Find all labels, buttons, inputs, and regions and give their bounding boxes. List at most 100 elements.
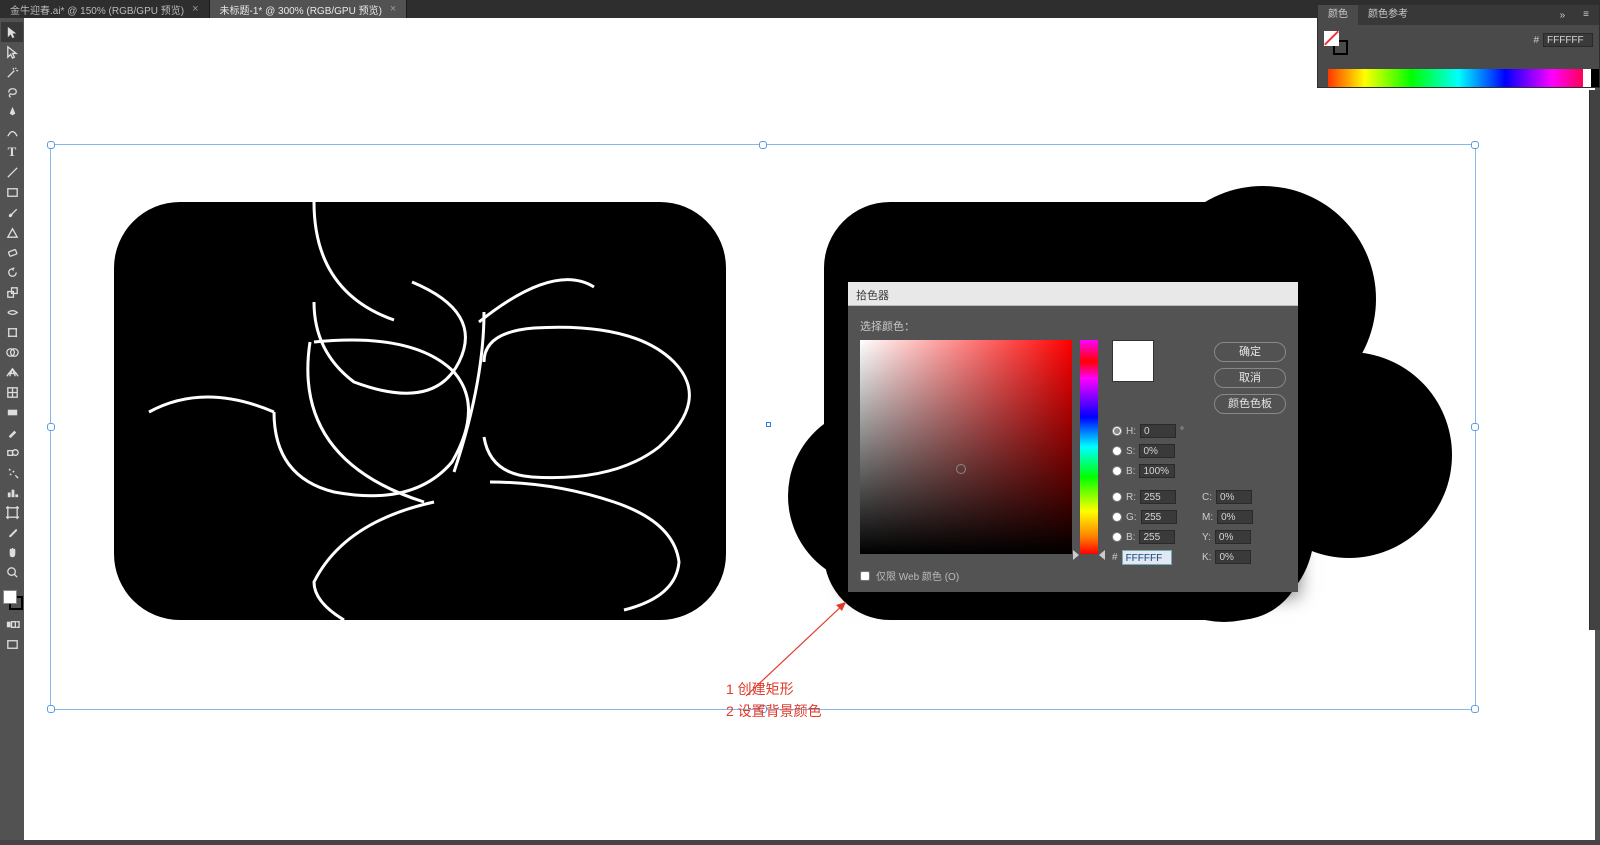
tab-color[interactable]: 颜色 bbox=[1318, 5, 1358, 25]
slice-tool[interactable] bbox=[1, 522, 23, 542]
column-graph-tool[interactable] bbox=[1, 482, 23, 502]
label: B: bbox=[1126, 466, 1135, 477]
symbol-sprayer-tool[interactable] bbox=[1, 462, 23, 482]
hex-label: # bbox=[1112, 552, 1118, 563]
close-icon[interactable]: × bbox=[390, 3, 396, 15]
pen-tool[interactable] bbox=[1, 102, 23, 122]
hue-handle[interactable] bbox=[1099, 550, 1105, 560]
r-input[interactable]: 255 bbox=[1140, 490, 1176, 504]
hex-row: # FFFFFF bbox=[1112, 550, 1172, 565]
rgb-g-row: G: 255 bbox=[1112, 510, 1177, 524]
rgb-r-radio[interactable] bbox=[1112, 492, 1122, 502]
hsb-s-row: S: 0% bbox=[1112, 444, 1175, 458]
line-tool[interactable] bbox=[1, 162, 23, 182]
resize-handle[interactable] bbox=[759, 141, 767, 149]
paintbrush-tool[interactable] bbox=[1, 202, 23, 222]
panel-hex-row: # FFFFFF bbox=[1533, 33, 1593, 47]
type-tool[interactable]: T bbox=[1, 142, 23, 162]
mesh-tool[interactable] bbox=[1, 382, 23, 402]
m-input[interactable]: 0% bbox=[1217, 510, 1253, 524]
spectrum-none[interactable] bbox=[1318, 69, 1328, 87]
y-input[interactable]: 0% bbox=[1215, 530, 1251, 544]
color-spectrum[interactable] bbox=[1318, 69, 1599, 87]
spectrum-bw[interactable] bbox=[1583, 69, 1599, 87]
c-input[interactable]: 0% bbox=[1216, 490, 1252, 504]
free-transform-tool[interactable] bbox=[1, 322, 23, 342]
hex-input[interactable]: FFFFFF bbox=[1122, 550, 1172, 565]
gradient-tool[interactable] bbox=[1, 402, 23, 422]
saturation-value-field[interactable] bbox=[860, 340, 1072, 554]
blend-tool[interactable] bbox=[1, 442, 23, 462]
resize-handle[interactable] bbox=[1471, 141, 1479, 149]
fill-stroke-swatch[interactable] bbox=[1, 588, 23, 610]
unit: ° bbox=[1180, 426, 1194, 437]
curvature-tool[interactable] bbox=[1, 122, 23, 142]
resize-handle[interactable] bbox=[1471, 705, 1479, 713]
hand-tool[interactable] bbox=[1, 542, 23, 562]
panel-dock-strip[interactable] bbox=[1589, 90, 1600, 630]
panel-hex-input[interactable]: FFFFFF bbox=[1543, 33, 1593, 47]
shaper-tool[interactable] bbox=[1, 222, 23, 242]
k-input[interactable]: 0% bbox=[1215, 550, 1251, 564]
resize-handle[interactable] bbox=[47, 705, 55, 713]
web-only-check[interactable] bbox=[860, 571, 870, 581]
cancel-button[interactable]: 取消 bbox=[1214, 368, 1286, 388]
rgb-r-row: R: 255 bbox=[1112, 490, 1176, 504]
label: R: bbox=[1126, 492, 1136, 503]
canvas[interactable]: 1 创建矩形 2 设置背景颜色 拾色器 选择颜色： 确定 取消 颜色色板 H: … bbox=[24, 18, 1597, 840]
selection-tool[interactable] bbox=[1, 22, 23, 42]
bv-input[interactable]: 100% bbox=[1139, 464, 1175, 478]
artboard-tool[interactable] bbox=[1, 502, 23, 522]
panel-menu-icon[interactable]: ≡ bbox=[1573, 5, 1599, 25]
ok-button[interactable]: 确定 bbox=[1214, 342, 1286, 362]
magic-wand-tool[interactable] bbox=[1, 62, 23, 82]
g-input[interactable]: 255 bbox=[1141, 510, 1177, 524]
direct-selection-tool[interactable] bbox=[1, 42, 23, 62]
web-only-checkbox[interactable]: 仅限 Web 颜色 (O) bbox=[860, 568, 959, 583]
screen-mode-toggle[interactable] bbox=[1, 634, 23, 654]
rgb-g-radio[interactable] bbox=[1112, 512, 1122, 522]
hsb-b-radio[interactable] bbox=[1112, 466, 1122, 476]
dialog-title[interactable]: 拾色器 bbox=[848, 282, 1298, 306]
resize-handle[interactable] bbox=[47, 423, 55, 431]
shape-builder-tool[interactable] bbox=[1, 342, 23, 362]
hsb-s-radio[interactable] bbox=[1112, 446, 1122, 456]
eyedropper-tool[interactable] bbox=[1, 422, 23, 442]
fill-swatch[interactable] bbox=[3, 590, 17, 604]
swatches-button[interactable]: 颜色色板 bbox=[1214, 394, 1286, 414]
resize-handle[interactable] bbox=[47, 141, 55, 149]
scale-tool[interactable] bbox=[1, 282, 23, 302]
select-color-label: 选择颜色： bbox=[860, 318, 1286, 334]
perspective-grid-tool[interactable] bbox=[1, 362, 23, 382]
resize-handle[interactable] bbox=[1471, 423, 1479, 431]
color-mode-toggle[interactable] bbox=[1, 614, 23, 634]
rgb-b-radio[interactable] bbox=[1112, 532, 1122, 542]
rectangle-tool[interactable] bbox=[1, 182, 23, 202]
width-tool[interactable] bbox=[1, 302, 23, 322]
panel-more-icon[interactable]: » bbox=[1554, 10, 1574, 21]
s-input[interactable]: 0% bbox=[1139, 444, 1175, 458]
lasso-tool[interactable] bbox=[1, 82, 23, 102]
tab-label: 未标题-1* @ 300% (RGB/GPU 预览) bbox=[220, 2, 382, 17]
document-tab[interactable]: 未标题-1* @ 300% (RGB/GPU 预览) × bbox=[210, 0, 408, 18]
rgb-b-row: B: 255 bbox=[1112, 530, 1175, 544]
hue-slider[interactable] bbox=[1080, 340, 1098, 554]
hsb-h-radio[interactable] bbox=[1112, 426, 1122, 436]
eraser-tool[interactable] bbox=[1, 242, 23, 262]
zoom-tool[interactable] bbox=[1, 562, 23, 582]
rotate-tool[interactable] bbox=[1, 262, 23, 282]
document-tab[interactable]: 金牛迎春.ai* @ 150% (RGB/GPU 预览) × bbox=[0, 0, 210, 18]
label: C: bbox=[1202, 492, 1212, 503]
sv-cursor[interactable] bbox=[956, 464, 966, 474]
label: B: bbox=[1126, 532, 1135, 543]
selection-center bbox=[766, 422, 771, 427]
hue-handle[interactable] bbox=[1073, 550, 1079, 560]
b-input[interactable]: 255 bbox=[1139, 530, 1175, 544]
panel-fill-swatch[interactable] bbox=[1324, 31, 1339, 46]
close-icon[interactable]: × bbox=[192, 3, 198, 15]
h-input[interactable]: 0 bbox=[1140, 424, 1176, 438]
cmyk-c-row: C: 0% bbox=[1202, 490, 1252, 504]
tab-color-guide[interactable]: 颜色参考 bbox=[1358, 5, 1418, 25]
panel-fill-stroke[interactable] bbox=[1324, 31, 1348, 55]
status-bar bbox=[0, 840, 1600, 845]
